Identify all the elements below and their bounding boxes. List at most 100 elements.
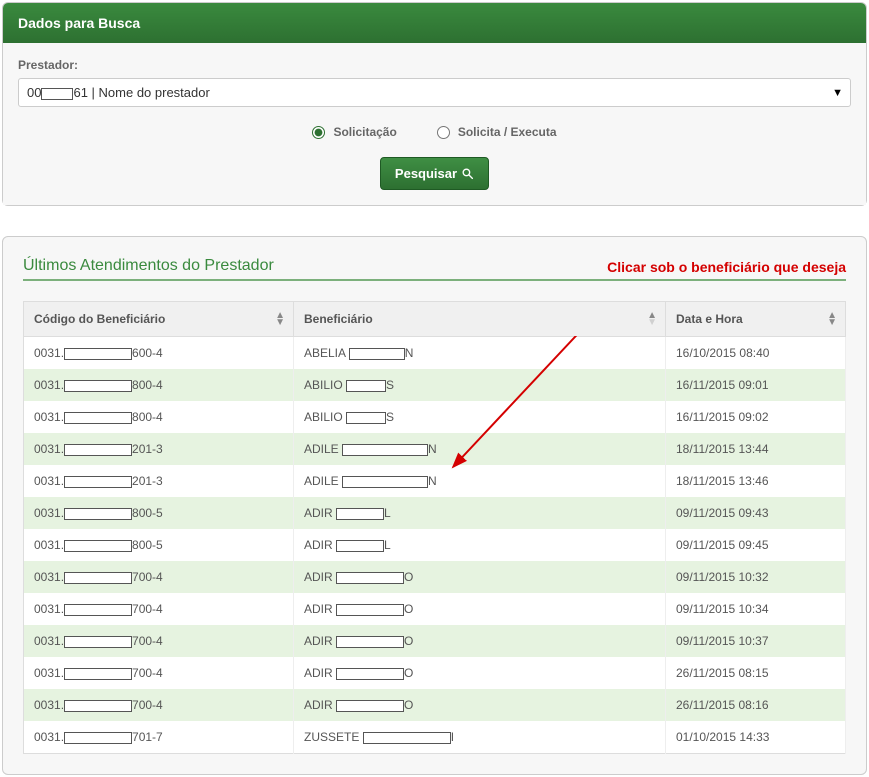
cell-beneficiario: ZUSSETE I	[294, 721, 666, 754]
codigo-prefix: 0031.	[34, 442, 64, 456]
radio-solicita-executa[interactable]: Solicita / Executa	[437, 125, 557, 139]
redaction-box	[342, 476, 428, 488]
pesquisar-label: Pesquisar	[395, 166, 457, 181]
cell-data: 09/11/2015 10:34	[666, 593, 846, 625]
search-panel-title: Dados para Busca	[3, 3, 866, 43]
results-heading-row: Últimos Atendimentos do Prestador Clicar…	[23, 257, 846, 281]
redaction-box	[64, 348, 132, 360]
cell-beneficiario: ADILE N	[294, 465, 666, 497]
col-header-codigo-label: Código do Beneficiário	[34, 312, 165, 326]
sort-icon: ▲▼	[275, 312, 285, 326]
nome-prefix: ABELIA	[304, 346, 345, 360]
redaction-box	[349, 348, 405, 360]
cell-data: 09/11/2015 10:32	[666, 561, 846, 593]
table-row[interactable]: 0031.700-4ADIR O09/11/2015 10:37	[24, 625, 846, 657]
cell-data: 18/11/2015 13:44	[666, 433, 846, 465]
search-icon	[461, 167, 474, 180]
nome-prefix: ADIR	[304, 538, 333, 552]
nome-prefix: ADILE	[304, 442, 339, 456]
results-title: Últimos Atendimentos do Prestador	[23, 257, 274, 275]
radio-group: Solicitação Solicita / Executa	[18, 125, 851, 139]
cell-beneficiario: ABELIA N	[294, 337, 666, 370]
redaction-box	[64, 476, 132, 488]
nome-suffix: N	[405, 346, 414, 360]
redaction-box	[342, 444, 428, 456]
nome-suffix: S	[386, 410, 394, 424]
codigo-suffix: 700-4	[132, 602, 163, 616]
cell-data: 18/11/2015 13:46	[666, 465, 846, 497]
nome-prefix: ADIR	[304, 666, 333, 680]
redaction-box	[336, 700, 404, 712]
redaction-box	[64, 380, 132, 392]
codigo-suffix: 800-4	[132, 378, 163, 392]
nome-suffix: S	[386, 378, 394, 392]
codigo-suffix: 201-3	[132, 442, 163, 456]
table-row[interactable]: 0031.800-4ABILIO S16/11/2015 09:02	[24, 401, 846, 433]
table-row[interactable]: 0031.701-7ZUSSETE I01/10/2015 14:33	[24, 721, 846, 754]
cell-data: 16/11/2015 09:01	[666, 369, 846, 401]
search-panel-body: Prestador: 0061 | Nome do prestador ▼ So…	[3, 43, 866, 205]
codigo-suffix: 800-5	[132, 538, 163, 552]
radio-solicitacao-input[interactable]	[312, 126, 325, 139]
nome-prefix: ZUSSETE	[304, 730, 359, 744]
cell-data: 09/11/2015 09:43	[666, 497, 846, 529]
nome-suffix: N	[428, 474, 437, 488]
redaction-box	[363, 732, 451, 744]
cell-beneficiario: ABILIO S	[294, 401, 666, 433]
table-row[interactable]: 0031.800-5ADIR L09/11/2015 09:45	[24, 529, 846, 561]
codigo-suffix: 700-4	[132, 570, 163, 584]
prestador-value-suffix: 61 | Nome do prestador	[73, 85, 209, 100]
radio-solicita-executa-input[interactable]	[437, 126, 450, 139]
annotation-text: Clicar sob o beneficiário que deseja	[607, 259, 846, 275]
codigo-suffix: 800-5	[132, 506, 163, 520]
nome-suffix: O	[404, 698, 413, 712]
cell-codigo: 0031.800-5	[24, 529, 294, 561]
table-row[interactable]: 0031.700-4ADIR O09/11/2015 10:34	[24, 593, 846, 625]
codigo-prefix: 0031.	[34, 698, 64, 712]
cell-beneficiario: ADIR L	[294, 497, 666, 529]
cell-codigo: 0031.700-4	[24, 657, 294, 689]
cell-codigo: 0031.700-4	[24, 593, 294, 625]
table-row[interactable]: 0031.700-4ADIR O26/11/2015 08:15	[24, 657, 846, 689]
cell-codigo: 0031.201-3	[24, 465, 294, 497]
cell-codigo: 0031. 201-3	[24, 433, 294, 465]
codigo-prefix: 0031.	[34, 378, 64, 392]
col-header-beneficiario-label: Beneficiário	[304, 312, 373, 326]
redaction-box	[64, 444, 132, 456]
nome-prefix: ADIR	[304, 602, 333, 616]
cell-beneficiario: ADIR O	[294, 689, 666, 721]
nome-suffix: L	[384, 538, 391, 552]
radio-solicitacao[interactable]: Solicitação	[312, 125, 396, 139]
redaction-box	[41, 88, 73, 100]
col-header-codigo[interactable]: Código do Beneficiário ▲▼	[24, 302, 294, 337]
cell-beneficiario: ADIR L	[294, 529, 666, 561]
nome-suffix: O	[404, 634, 413, 648]
col-header-beneficiario[interactable]: Beneficiário ▲▼	[294, 302, 666, 337]
codigo-prefix: 0031.	[34, 474, 64, 488]
redaction-box	[64, 700, 132, 712]
redaction-box	[64, 732, 132, 744]
redaction-box	[64, 412, 132, 424]
prestador-label: Prestador:	[18, 58, 851, 72]
table-row[interactable]: 0031. 800-4 ABILIO S 16/11/2015 09:01	[24, 369, 846, 401]
table-row[interactable]: 0031.700-4ADIR O26/11/2015 08:16	[24, 689, 846, 721]
pesquisar-button[interactable]: Pesquisar	[380, 157, 489, 190]
radio-solicitacao-label: Solicitação	[333, 125, 396, 139]
table-row[interactable]: 0031. 800-5 ADIR L09/11/2015 09:43	[24, 497, 846, 529]
nome-suffix: O	[404, 666, 413, 680]
codigo-prefix: 0031.	[34, 506, 64, 520]
nome-prefix: ADIR	[304, 570, 333, 584]
table-row[interactable]: 0031.600-4ABELIA N16/10/2015 08:40	[24, 337, 846, 370]
codigo-suffix: 700-4	[132, 698, 163, 712]
codigo-suffix: 800-4	[132, 410, 163, 424]
nome-prefix: ABILIO	[304, 378, 343, 392]
redaction-box	[64, 636, 132, 648]
col-header-data[interactable]: Data e Hora ▲▼	[666, 302, 846, 337]
codigo-prefix: 0031.	[34, 570, 64, 584]
prestador-select[interactable]: 0061 | Nome do prestador	[18, 78, 851, 107]
cell-beneficiario: ADIR O	[294, 625, 666, 657]
table-row[interactable]: 0031.201-3ADILE N18/11/2015 13:44	[24, 433, 846, 465]
redaction-box	[336, 636, 404, 648]
table-row[interactable]: 0031.700-4ADIR O09/11/2015 10:32	[24, 561, 846, 593]
table-row[interactable]: 0031.201-3ADILE N18/11/2015 13:46	[24, 465, 846, 497]
